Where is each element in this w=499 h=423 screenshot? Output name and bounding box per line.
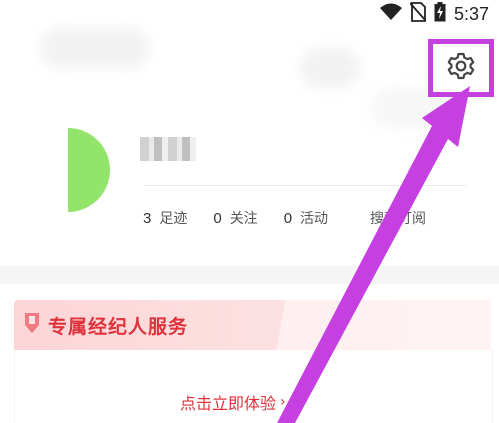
status-bar: 5:37 bbox=[0, 0, 499, 28]
stat-count: 0 bbox=[283, 210, 293, 227]
try-now-label: 点击立即体验 bbox=[180, 394, 277, 413]
agent-card-title: 专属经纪人服务 bbox=[48, 316, 189, 338]
battery-charging-icon bbox=[434, 2, 446, 26]
divider bbox=[143, 185, 466, 186]
settings-button[interactable] bbox=[428, 39, 494, 97]
agent-card-header-decor bbox=[265, 300, 491, 350]
stat-label: 足迹 bbox=[159, 211, 188, 227]
username-pixelated[interactable] bbox=[140, 137, 196, 161]
stat-label: 关注 bbox=[229, 211, 258, 227]
gear-icon bbox=[446, 51, 476, 85]
stat-footprint[interactable]: 3 足迹 bbox=[143, 208, 187, 228]
stats-row: 3 足迹 0 关注 0 活动 搜索订阅 bbox=[143, 208, 452, 228]
wifi-icon bbox=[379, 3, 402, 25]
try-now-link[interactable]: 点击立即体验 › bbox=[180, 390, 286, 414]
stat-label: 搜索订阅 bbox=[370, 211, 427, 227]
section-separator bbox=[0, 266, 499, 284]
stat-count: 3 bbox=[143, 210, 152, 227]
status-time: 5:37 bbox=[453, 3, 489, 24]
status-icons: 5:37 bbox=[379, 2, 489, 26]
badge-icon bbox=[24, 312, 40, 338]
stat-following[interactable]: 0 关注 bbox=[213, 208, 257, 228]
stat-label: 活动 bbox=[300, 211, 329, 227]
stat-activity[interactable]: 0 活动 bbox=[284, 208, 328, 228]
stat-search-subscription[interactable]: 搜索订阅 bbox=[370, 208, 426, 228]
no-sim-icon bbox=[409, 2, 427, 26]
stat-count: 0 bbox=[213, 210, 222, 227]
chevron-right-icon: › bbox=[280, 394, 286, 410]
